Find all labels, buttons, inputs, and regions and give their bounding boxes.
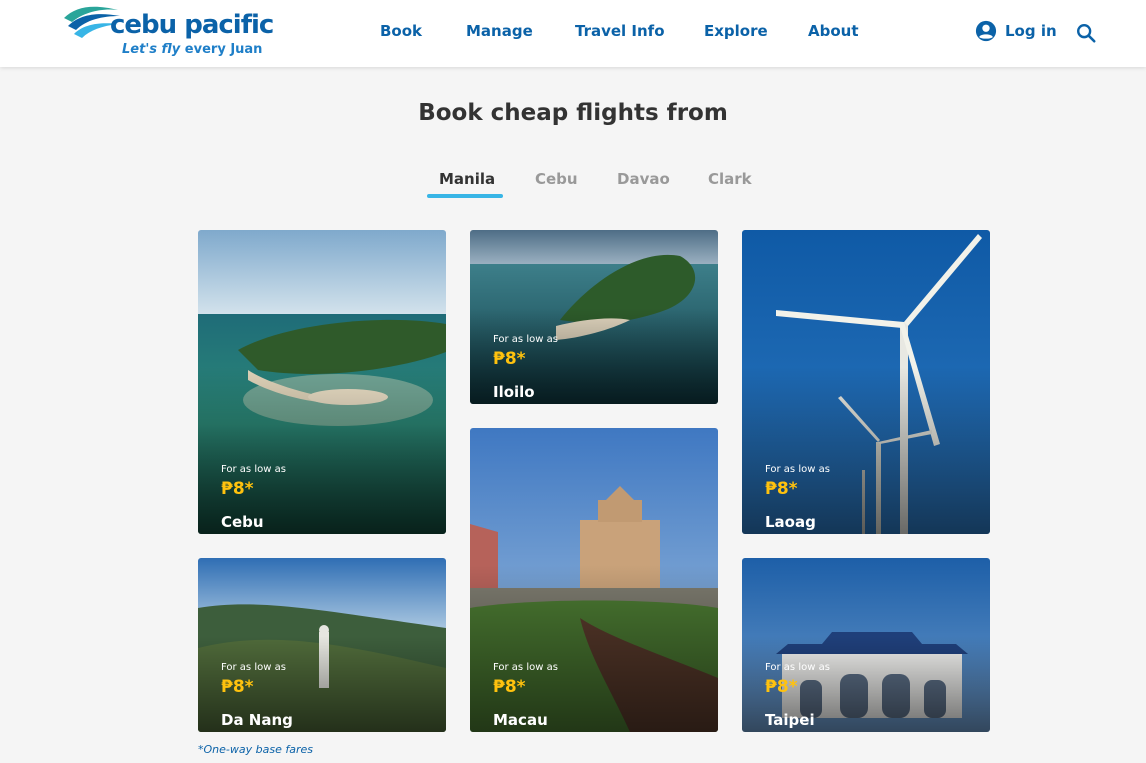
destination-name: Taipei [765,711,815,729]
nav-explore[interactable]: Explore [704,21,768,41]
destination-card-iloilo[interactable]: For as low as ₱8* Iloilo [470,230,718,404]
user-circle-icon [975,20,997,42]
nav-about[interactable]: About [808,21,859,41]
fare-footnote: *One-way base fares [198,743,313,756]
active-tab-indicator [427,194,503,198]
destination-card-macau[interactable]: For as low as ₱8* Macau [470,428,718,732]
tab-davao[interactable]: Davao [617,170,670,188]
site-header: cebu pacific Let's fly every Juan Book M… [0,0,1146,67]
image-overlay [742,558,990,732]
for-as-low-as-label: For as low as [493,334,558,345]
fare-price: ₱8* [765,677,798,697]
nav-manage[interactable]: Manage [466,21,533,41]
image-overlay [470,230,718,404]
tab-manila[interactable]: Manila [439,170,495,188]
destination-name: Da Nang [221,711,293,729]
destination-name: Laoag [765,513,816,531]
destination-name: Macau [493,711,548,729]
destination-card-taipei[interactable]: For as low as ₱8* Taipei [742,558,990,732]
destination-card-da-nang[interactable]: For as low as ₱8* Da Nang [198,558,446,732]
for-as-low-as-label: For as low as [765,662,830,673]
nav-travel-info[interactable]: Travel Info [575,21,665,41]
login-label: Log in [1005,22,1057,40]
for-as-low-as-label: For as low as [221,662,286,673]
login-button[interactable]: Log in [975,20,1057,42]
brand-logo[interactable]: cebu pacific Let's fly every Juan [62,2,274,62]
destination-card-laoag[interactable]: For as low as ₱8* Laoag [742,230,990,534]
brand-name: cebu pacific [110,10,274,40]
for-as-low-as-label: For as low as [493,662,558,673]
fare-price: ₱8* [493,349,526,369]
for-as-low-as-label: For as low as [765,464,830,475]
destination-name: Cebu [221,513,264,531]
search-icon[interactable] [1075,22,1097,44]
section-title: Book cheap flights from [418,100,728,126]
brand-tagline: Let's fly every Juan [122,42,262,57]
fare-price: ₱8* [765,479,798,499]
fare-price: ₱8* [493,677,526,697]
fare-price: ₱8* [221,479,254,499]
for-as-low-as-label: For as low as [221,464,286,475]
image-overlay [198,558,446,732]
fare-price: ₱8* [221,677,254,697]
destination-card-cebu[interactable]: For as low as ₱8* Cebu [198,230,446,534]
tagline-part-1: Let's fly [122,42,181,57]
destination-name: Iloilo [493,383,535,401]
tab-cebu[interactable]: Cebu [535,170,578,188]
tab-clark[interactable]: Clark [708,170,752,188]
nav-book[interactable]: Book [380,21,422,41]
tagline-part-2: every Juan [184,42,263,57]
